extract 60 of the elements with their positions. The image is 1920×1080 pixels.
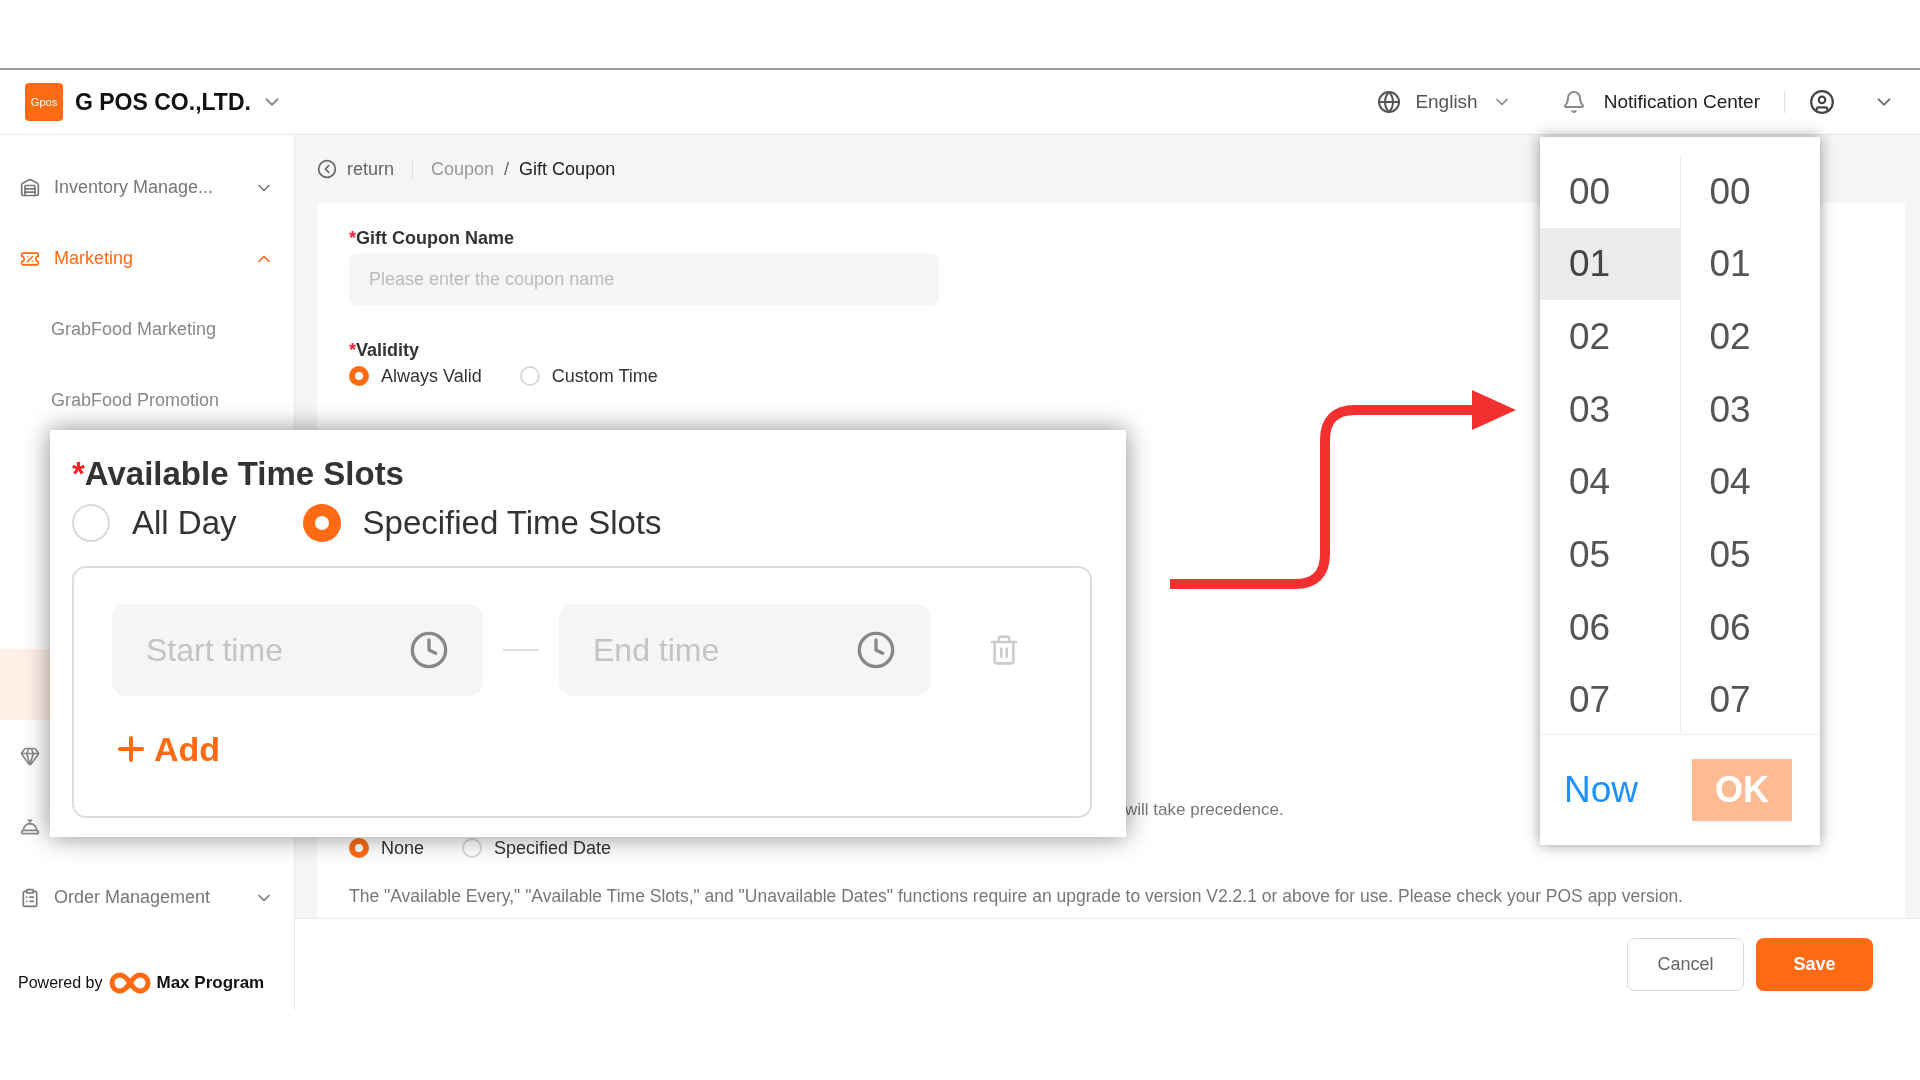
radio-label[interactable]: All Day: [132, 498, 237, 548]
field-label: Gift Coupon Name: [356, 227, 514, 249]
breadcrumb-item: Gift Coupon: [519, 157, 616, 181]
radio-button[interactable]: [519, 366, 540, 386]
clock-icon: [409, 629, 449, 670]
time-option[interactable]: 00: [1540, 155, 1680, 228]
time-option[interactable]: 05: [1540, 518, 1680, 592]
range-dash: [503, 648, 539, 651]
sidebar-item[interactable]: Order Management: [0, 877, 294, 918]
cancel-button[interactable]: Cancel: [1627, 938, 1744, 991]
radio-button[interactable]: [349, 366, 369, 386]
bell-icon[interactable]: [1561, 90, 1586, 114]
notification-center-link[interactable]: Notification Center: [1603, 87, 1760, 117]
radio-label[interactable]: None: [381, 837, 425, 859]
time-option[interactable]: 02: [1680, 300, 1820, 374]
sidebar-item[interactable]: Inventory Manage...: [0, 167, 294, 208]
return-link[interactable]: return: [317, 155, 395, 183]
sidebar-subitem[interactable]: GrabFood Promotion: [0, 380, 294, 421]
language-selector[interactable]: English: [1415, 87, 1512, 117]
radio-label[interactable]: Specified Date: [494, 837, 612, 859]
time-option[interactable]: 04: [1680, 445, 1820, 519]
required-mark: *: [72, 454, 85, 494]
radio-button[interactable]: [349, 838, 369, 858]
user-icon[interactable]: [1809, 89, 1835, 115]
time-option[interactable]: 07: [1540, 663, 1680, 737]
time-option[interactable]: 02: [1540, 300, 1680, 374]
time-option[interactable]: 06: [1680, 591, 1820, 664]
time-option[interactable]: 00: [1680, 155, 1820, 228]
breadcrumb-separator: /: [504, 157, 510, 181]
radio-label[interactable]: Always Valid: [381, 365, 482, 387]
time-option[interactable]: 05: [1680, 518, 1820, 592]
time-option[interactable]: 03: [1680, 373, 1820, 446]
time-option[interactable]: 06: [1540, 591, 1680, 664]
logo: Gpos: [25, 83, 63, 121]
globe-icon: [1377, 90, 1402, 114]
brand-name: Max Program: [156, 972, 265, 995]
radio-button[interactable]: [72, 503, 110, 542]
sidebar-subitem[interactable]: GrabFood Marketing: [0, 309, 294, 350]
callout-title: Available Time Slots: [84, 454, 404, 494]
required-mark: *: [349, 339, 356, 361]
required-mark: *: [349, 227, 356, 249]
back-icon: [317, 159, 337, 179]
field-label: Validity: [356, 339, 420, 361]
note-text: The "Available Every," "Available Time Slots," and "Unavailable Dates" functions require an upgrade to version V2.2.1 or above for use. Please check your POS app version.: [349, 885, 1683, 907]
company-name: G POS CO.,LTD.: [75, 87, 251, 117]
powered-by-label: Powered by: [18, 973, 103, 993]
time-option[interactable]: 04: [1540, 445, 1680, 519]
time-option[interactable]: 07: [1680, 663, 1820, 737]
radio-button[interactable]: [302, 503, 341, 542]
time-option[interactable]: 03: [1540, 373, 1680, 446]
time-option[interactable]: 01: [1680, 227, 1820, 301]
radio-label[interactable]: Specified Time Slots: [362, 498, 662, 548]
radio-button[interactable]: [462, 838, 483, 858]
radio-label[interactable]: Custom Time: [551, 365, 658, 387]
coupon-name-field[interactable]: Please enter the coupon name: [349, 253, 939, 305]
sidebar-icon[interactable]: [20, 745, 40, 766]
hint-text: will take precedence.: [1125, 799, 1284, 821]
clock-icon: [856, 629, 896, 670]
brand-logo-icon: [108, 970, 151, 996]
time-option[interactable]: 01: [1540, 227, 1680, 301]
